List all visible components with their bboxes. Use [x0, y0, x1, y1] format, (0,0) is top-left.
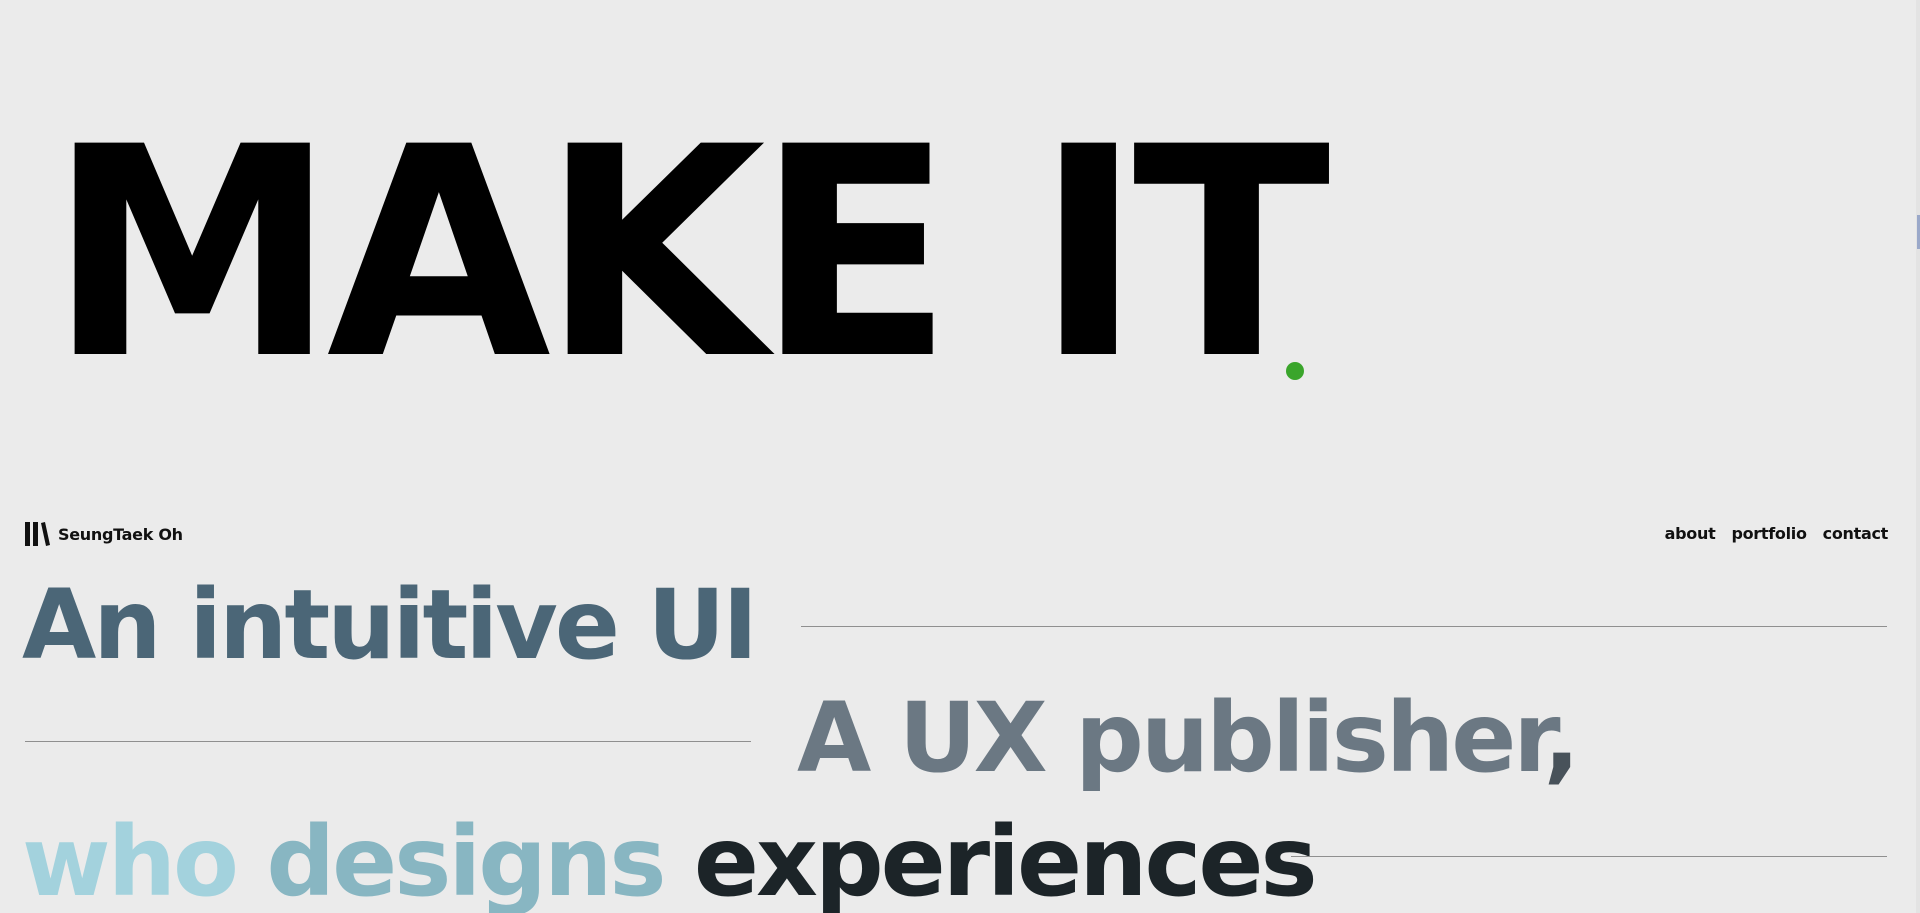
site-header: SeungTaek Oh about portfolio contact: [25, 520, 1888, 548]
nav-portfolio[interactable]: portfolio: [1731, 524, 1807, 543]
tagline-line-1: An intuitive UI: [22, 569, 758, 681]
tagline-word-designs: designs: [266, 806, 694, 913]
hero-title: MAKE IT: [48, 86, 1331, 423]
tagline-line-2-main: A UX publisher: [797, 682, 1547, 794]
books-icon: [25, 522, 50, 546]
hero-dot: [1286, 362, 1304, 380]
page: MAKE IT SeungTaek Oh about portfolio con…: [0, 0, 1920, 913]
tagline-line-2: A UX publisher,: [797, 682, 1581, 794]
nav-contact[interactable]: contact: [1823, 524, 1889, 543]
divider: [1291, 856, 1887, 857]
brand-link[interactable]: SeungTaek Oh: [25, 522, 183, 546]
tagline-word-who: who: [22, 806, 267, 913]
main-nav: about portfolio contact: [1665, 524, 1889, 543]
tagline-line-3: who designs experiences: [22, 792, 1318, 913]
divider: [801, 626, 1887, 627]
scrollbar[interactable]: [1916, 0, 1920, 913]
nav-about[interactable]: about: [1665, 524, 1716, 543]
tagline-line-2-comma: ,: [1543, 682, 1581, 794]
tagline-word-experiences: experiences: [693, 806, 1318, 913]
brand-name: SeungTaek Oh: [58, 524, 183, 544]
divider: [25, 741, 751, 742]
